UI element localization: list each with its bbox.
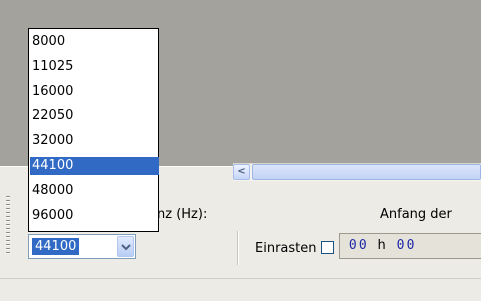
dropdown-option[interactable]: 48000: [30, 182, 159, 200]
dropdown-option[interactable]: 96000: [30, 207, 159, 225]
sample-rate-dropdown-list[interactable]: 8000 11025 16000 22050 32000 44100 48000…: [28, 28, 159, 232]
dropdown-option[interactable]: 11025: [30, 58, 159, 76]
selection-start-time-field[interactable]: 00 h 00: [339, 233, 481, 259]
hours-unit: h: [377, 238, 386, 253]
chevron-down-icon: [121, 244, 131, 251]
snap-checkbox[interactable]: [321, 241, 334, 254]
time-digit[interactable]: 0: [405, 234, 415, 258]
time-digit[interactable]: 0: [348, 234, 358, 258]
combo-dropdown-button[interactable]: [117, 236, 134, 257]
toolbar-bottom-border: [0, 278, 481, 279]
time-digit[interactable]: 0: [358, 234, 368, 258]
sample-rate-value[interactable]: 44100: [32, 238, 80, 255]
arrow-left-icon: <: [237, 166, 246, 177]
sample-rate-combobox[interactable]: 44100: [28, 234, 136, 259]
time-digit[interactable]: 0: [395, 234, 405, 258]
dropdown-option-selected[interactable]: 44100: [30, 157, 159, 175]
selection-start-label: Anfang der: [380, 207, 452, 222]
dropdown-option[interactable]: 16000: [30, 83, 159, 101]
scroll-thumb[interactable]: [252, 164, 481, 180]
dropdown-option[interactable]: 32000: [30, 132, 159, 150]
dropdown-option[interactable]: 22050: [30, 107, 159, 125]
sample-rate-label: nz (Hz):: [157, 207, 208, 222]
snap-label: Einrasten: [255, 241, 317, 256]
dropdown-option[interactable]: 8000: [30, 33, 159, 51]
toolbar-grip-handle[interactable]: [6, 196, 10, 254]
horizontal-scrollbar[interactable]: <: [233, 163, 481, 181]
toolbar-separator: [237, 231, 239, 265]
scroll-left-button[interactable]: <: [233, 164, 250, 180]
